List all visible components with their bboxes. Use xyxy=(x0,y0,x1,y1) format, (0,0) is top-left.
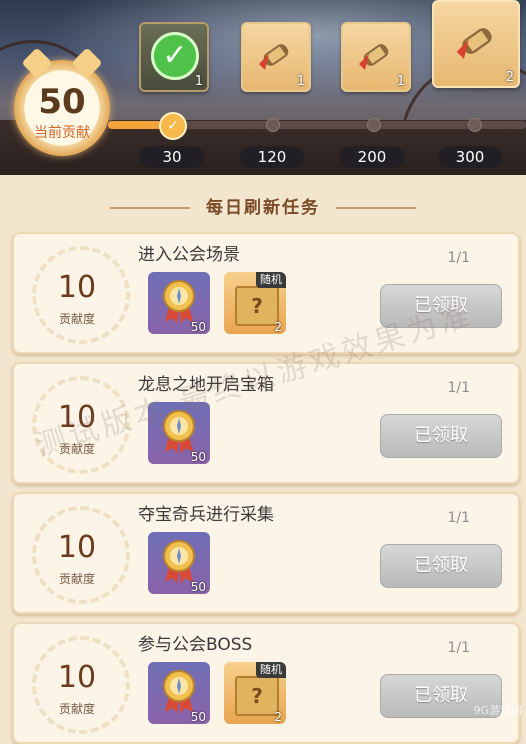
medal-icon xyxy=(163,670,195,714)
reward-mystery-box[interactable]: ? 随机 2 xyxy=(224,272,286,334)
chest-count: 1 xyxy=(296,74,305,89)
points-label: 贡献度 xyxy=(58,702,95,716)
reward-medal[interactable]: 50 xyxy=(148,532,210,594)
section-title: 每日刷新任务 xyxy=(206,198,320,218)
scroll-icon xyxy=(259,44,289,70)
check-icon: ✓ xyxy=(151,32,199,80)
milestone-node-120 xyxy=(266,118,280,132)
header-ornament-left xyxy=(110,207,190,209)
progress-fill xyxy=(108,121,163,129)
task-points: 10 贡献度 xyxy=(22,504,132,604)
milestone-chest-300[interactable]: 2 xyxy=(432,0,520,88)
medal-icon xyxy=(163,280,195,324)
task-card: 10 贡献度 参与公会BOSS 1/1 50 ? 随机 2 已领取 xyxy=(12,622,520,744)
reward-quantity: 50 xyxy=(190,580,206,594)
milestone-chest-30[interactable]: ✓ 1 xyxy=(139,22,209,92)
header-ornament-right xyxy=(336,207,416,209)
chest-count: 2 xyxy=(505,70,514,85)
reward-mystery-box[interactable]: ? 随机 2 xyxy=(224,662,286,724)
site-watermark: 9G游戏网 xyxy=(473,704,522,717)
random-tag: 随机 xyxy=(256,662,286,678)
reward-quantity: 2 xyxy=(274,320,282,334)
task-name: 参与公会BOSS xyxy=(138,635,253,655)
task-points: 10 贡献度 xyxy=(22,244,132,344)
points-value: 10 xyxy=(57,530,97,565)
chest-count: 1 xyxy=(396,74,405,89)
current-contribution-badge: 50 当前贡献 xyxy=(14,47,110,156)
points-label: 贡献度 xyxy=(58,312,95,326)
task-progress: 1/1 xyxy=(447,510,470,526)
milestone-node-30: ✓ xyxy=(159,112,187,140)
task-progress: 1/1 xyxy=(447,640,470,656)
random-tag: 随机 xyxy=(256,272,286,288)
task-name: 进入公会场景 xyxy=(138,245,240,265)
points-value: 10 xyxy=(57,270,97,305)
reward-medal[interactable]: 50 xyxy=(148,272,210,334)
milestone-label-200: 200 xyxy=(340,146,404,168)
scroll-icon xyxy=(456,28,492,59)
contribution-progress-banner: ✓ 1 1 1 2 ✓ 30 120 200 300 50 当前贡献 xyxy=(0,0,526,175)
reward-quantity: 2 xyxy=(274,710,282,724)
points-value: 10 xyxy=(57,660,97,695)
reward-quantity: 50 xyxy=(190,320,206,334)
task-progress: 1/1 xyxy=(447,380,470,396)
milestone-chest-200[interactable]: 1 xyxy=(341,22,411,92)
task-card: 10 贡献度 夺宝奇兵进行采集 1/1 50 已领取 xyxy=(12,492,520,614)
milestone-node-200 xyxy=(367,118,381,132)
milestone-label-30: 30 xyxy=(140,146,204,168)
mystery-box-icon: ? xyxy=(235,676,279,716)
scroll-icon xyxy=(359,44,389,70)
section-header: 每日刷新任务 xyxy=(0,190,526,226)
chest-count: 1 xyxy=(194,74,203,89)
milestone-label-120: 120 xyxy=(240,146,304,168)
task-name: 夺宝奇兵进行采集 xyxy=(138,505,274,525)
milestone-chest-120[interactable]: 1 xyxy=(241,22,311,92)
claimed-button[interactable]: 已领取 xyxy=(380,414,502,458)
medal-icon xyxy=(163,540,195,584)
contribution-value: 50 xyxy=(38,82,86,122)
task-progress: 1/1 xyxy=(447,250,470,266)
claimed-button[interactable]: 已领取 xyxy=(380,544,502,588)
contribution-label: 当前贡献 xyxy=(34,125,90,141)
task-points: 10 贡献度 xyxy=(22,634,132,734)
reward-medal[interactable]: 50 xyxy=(148,662,210,724)
milestone-label-300: 300 xyxy=(438,146,502,168)
points-label: 贡献度 xyxy=(58,572,95,586)
reward-quantity: 50 xyxy=(190,710,206,724)
mystery-box-icon: ? xyxy=(235,286,279,326)
milestone-node-300 xyxy=(468,118,482,132)
